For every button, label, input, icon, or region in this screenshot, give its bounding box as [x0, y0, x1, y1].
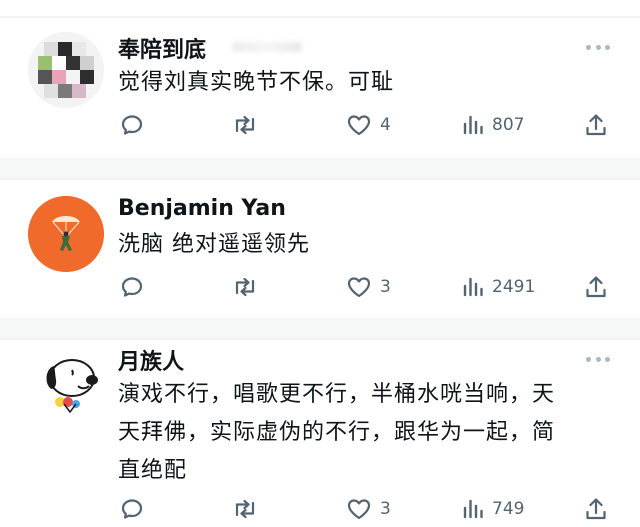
share-icon — [586, 498, 606, 520]
like-count: 3 — [380, 499, 391, 519]
action-bar: 3 2491 — [0, 272, 640, 302]
post-text: 觉得刘真实晚节不保。可耻 — [118, 70, 395, 95]
username[interactable]: 奉陪到底 — [118, 32, 206, 64]
view-count: 749 — [492, 499, 525, 519]
like-icon — [347, 277, 371, 298]
views-icon — [463, 115, 483, 135]
post-1[interactable]: 奉陪到底 觉得刘真实晚节不保。可耻 4 807 — [0, 0, 640, 158]
like-count: 3 — [380, 277, 391, 297]
retweet-icon — [235, 499, 255, 519]
view-count: 807 — [492, 115, 525, 135]
avatar[interactable] — [28, 346, 104, 422]
retweet-button[interactable] — [232, 110, 258, 140]
post-separator — [0, 318, 640, 339]
like-button[interactable]: 3 — [346, 272, 391, 302]
avatar[interactable] — [28, 196, 104, 272]
share-icon — [586, 276, 606, 298]
retweet-button[interactable] — [232, 272, 258, 302]
share-button[interactable] — [584, 272, 608, 302]
views-button[interactable]: 2491 — [462, 272, 535, 302]
retweet-icon — [235, 115, 255, 135]
retweet-icon — [235, 277, 255, 297]
parachute-avatar-image — [28, 196, 104, 272]
reply-icon — [121, 115, 143, 135]
post-text-line: 演戏不行，唱歌更不行，半桶水咣当响，天 — [118, 382, 556, 407]
post-separator — [0, 158, 640, 179]
share-icon — [586, 114, 606, 136]
retweet-button[interactable] — [232, 494, 258, 524]
reply-icon — [121, 277, 143, 297]
like-icon — [347, 499, 371, 520]
like-button[interactable]: 3 — [346, 494, 391, 524]
like-count: 4 — [380, 115, 391, 135]
like-icon — [347, 115, 371, 136]
more-icon[interactable] — [586, 354, 610, 364]
username[interactable]: Benjamin Yan — [118, 196, 286, 221]
blurred-handle — [232, 42, 302, 52]
snoopy-avatar-image — [28, 346, 104, 422]
post-3[interactable]: 月族人 演戏不行，唱歌更不行，半桶水咣当响，天 天拜佛，实际虚伪的不行，跟华为一… — [0, 340, 640, 527]
reply-icon — [121, 499, 143, 519]
action-bar: 4 807 — [0, 110, 640, 140]
reply-button[interactable] — [120, 272, 144, 302]
views-button[interactable]: 807 — [462, 110, 524, 140]
views-button[interactable]: 749 — [462, 494, 524, 524]
post-text: 洗脑 绝对遥遥领先 — [118, 232, 310, 257]
more-icon[interactable] — [586, 42, 610, 52]
post-2[interactable]: Benjamin Yan 洗脑 绝对遥遥领先 3 2491 — [0, 180, 640, 320]
username[interactable]: 月族人 — [118, 344, 184, 376]
view-count: 2491 — [492, 277, 536, 297]
avatar[interactable] — [28, 32, 104, 108]
views-icon — [463, 499, 483, 519]
post-text-line: 天拜佛，实际虚伪的不行，跟华为一起，简 — [118, 420, 556, 445]
pixelated-avatar-image — [28, 32, 104, 108]
reply-button[interactable] — [120, 494, 144, 524]
share-button[interactable] — [584, 110, 608, 140]
like-button[interactable]: 4 — [346, 110, 391, 140]
share-button[interactable] — [584, 494, 608, 524]
post-text: 演戏不行，唱歌更不行，半桶水咣当响，天 天拜佛，实际虚伪的不行，跟华为一起，简 … — [118, 376, 606, 490]
post-text-line: 直绝配 — [118, 458, 188, 483]
views-icon — [463, 277, 483, 297]
reply-button[interactable] — [120, 110, 144, 140]
action-bar: 3 749 — [0, 494, 640, 524]
